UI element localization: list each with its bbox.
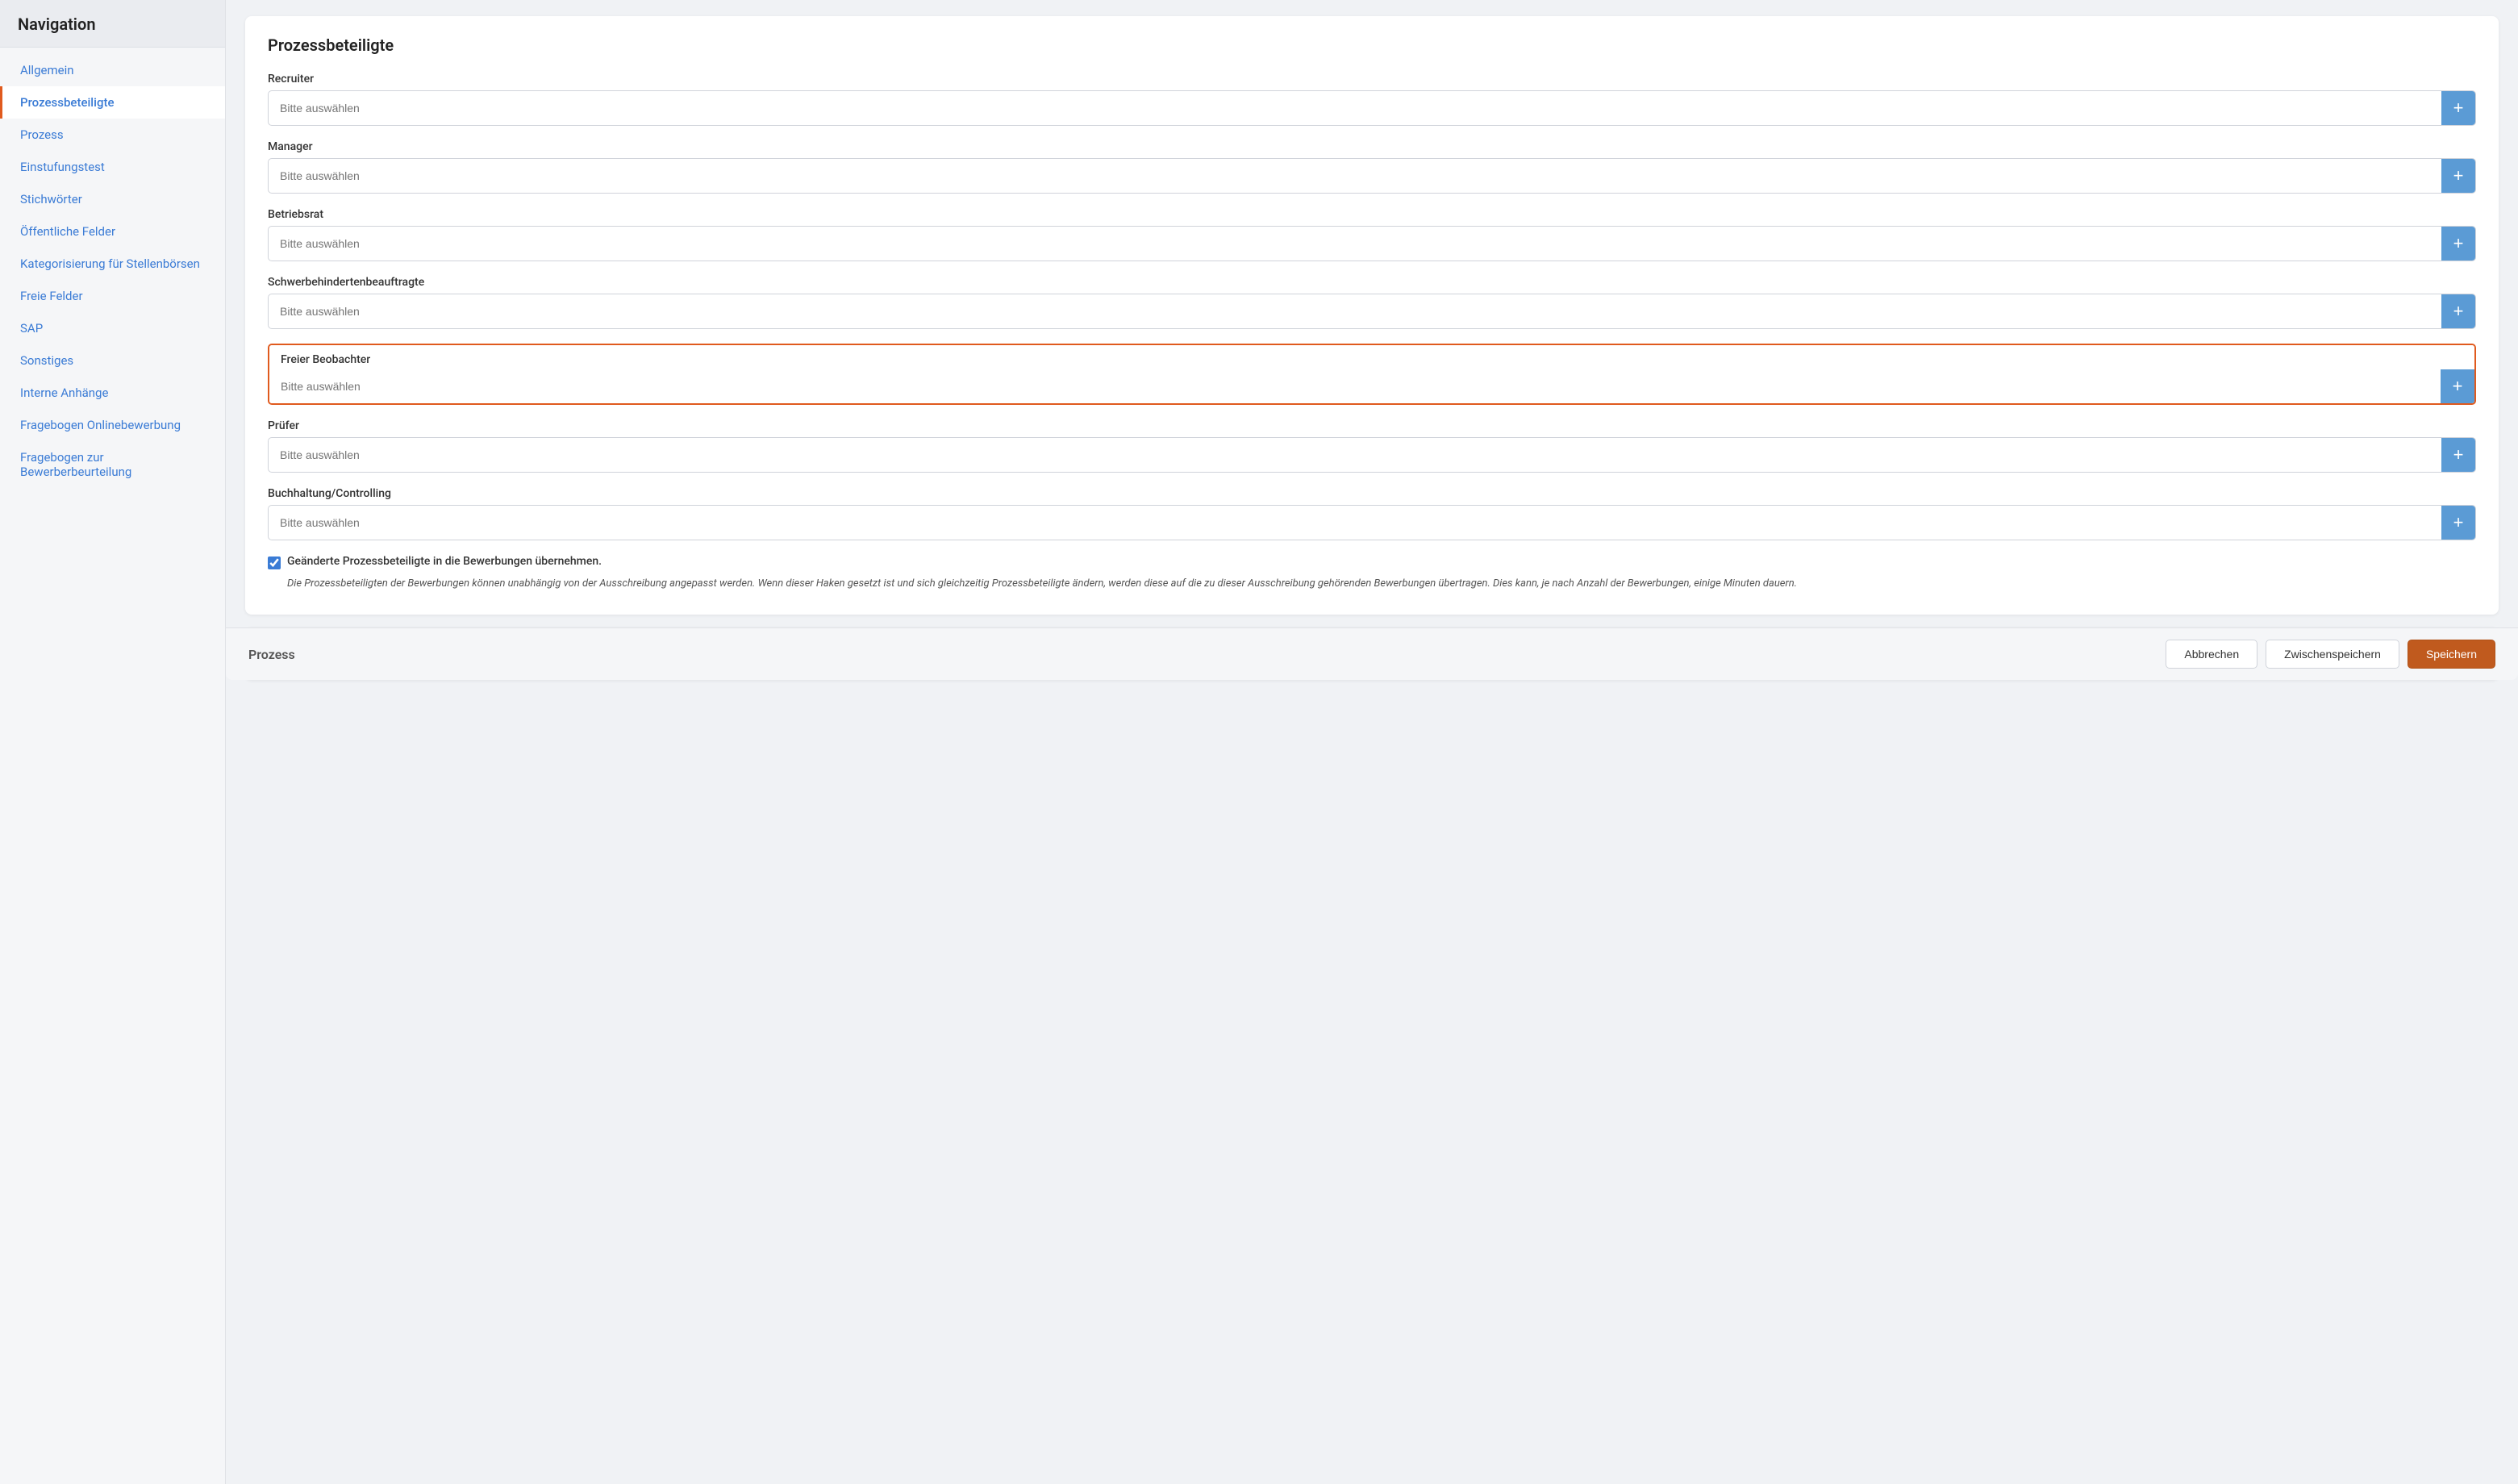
sidebar-item-freie-felder[interactable]: Freie Felder [0, 280, 225, 312]
sidebar-item-prozess[interactable]: Prozess [0, 119, 225, 151]
sidebar-item-interne-anhaenge[interactable]: Interne Anhänge [0, 377, 225, 409]
bottom-bar: Prozess Abbrechen Zwischenspeichern Spei… [226, 627, 2518, 680]
main-content: Prozessbeteiligte Recruiter+Manager+Betr… [226, 0, 2518, 1484]
sidebar-item-prozessbeteiligte[interactable]: Prozessbeteiligte [0, 86, 225, 119]
field-row-pruefer: + [268, 437, 2476, 473]
save-button[interactable]: Speichern [2408, 640, 2495, 669]
field-add-btn-buchhaltung-controlling[interactable]: + [2441, 506, 2475, 540]
field-label-betriebsrat: Betriebsrat [268, 208, 2476, 221]
sidebar-item-oeffentliche-felder[interactable]: Öffentliche Felder [0, 215, 225, 248]
field-input-schwerbehindertenbeauftragte[interactable] [269, 297, 2441, 326]
sidebar-item-einstufungstest[interactable]: Einstufungstest [0, 151, 225, 183]
sidebar-item-sonstiges[interactable]: Sonstiges [0, 344, 225, 377]
checkbox-description: Die Prozessbeteiligten der Bewerbungen k… [287, 576, 2476, 592]
field-input-freier-beobachter[interactable] [269, 372, 2441, 401]
field-label-buchhaltung-controlling: Buchhaltung/Controlling [268, 487, 2476, 500]
field-input-manager[interactable] [269, 161, 2441, 190]
field-group-betriebsrat: Betriebsrat + [268, 208, 2476, 261]
field-add-btn-recruiter[interactable]: + [2441, 91, 2475, 125]
field-group-pruefer: Prüfer + [268, 419, 2476, 473]
field-row-schwerbehindertenbeauftragte: + [268, 294, 2476, 329]
bottom-bar-card: Prozess Abbrechen Zwischenspeichern Spei… [245, 627, 2499, 680]
bottom-bar-actions: Abbrechen Zwischenspeichern Speichern [2166, 640, 2495, 669]
field-add-btn-schwerbehindertenbeauftragte[interactable]: + [2441, 294, 2475, 328]
field-input-pruefer[interactable] [269, 440, 2441, 469]
bottom-bar-title: Prozess [248, 647, 295, 662]
field-row-buchhaltung-controlling: + [268, 505, 2476, 540]
sidebar-item-fragebogen-bewerberbeurteilung[interactable]: Fragebogen zur Bewerberbeurteilung [0, 441, 225, 488]
field-label-manager: Manager [268, 140, 2476, 153]
sidebar-item-fragebogen-onlinebewerbung[interactable]: Fragebogen Onlinebewerbung [0, 409, 225, 441]
field-row-recruiter: + [268, 90, 2476, 126]
fields-container: Recruiter+Manager+Betriebsrat+Schwerbehi… [268, 73, 2476, 540]
field-row-manager: + [268, 158, 2476, 194]
field-group-schwerbehindertenbeauftragte: Schwerbehindertenbeauftragte + [268, 276, 2476, 329]
field-group-manager: Manager + [268, 140, 2476, 194]
field-label-pruefer: Prüfer [268, 419, 2476, 432]
field-highlighted-freier-beobachter: Freier Beobachter+ [268, 344, 2476, 405]
field-add-btn-betriebsrat[interactable]: + [2441, 227, 2475, 261]
prozess-checkbox[interactable] [268, 556, 281, 569]
checkbox-row: Geänderte Prozessbeteiligte in die Bewer… [268, 555, 2476, 569]
sidebar-item-stichwoerter[interactable]: Stichwörter [0, 183, 225, 215]
field-row-freier-beobachter: + [269, 369, 2474, 403]
sidebar: Navigation AllgemeinProzessbeteiligtePro… [0, 0, 226, 1484]
sidebar-item-allgemein[interactable]: Allgemein [0, 54, 225, 86]
cancel-button[interactable]: Abbrechen [2166, 640, 2257, 669]
app-layout: Navigation AllgemeinProzessbeteiligtePro… [0, 0, 2518, 1484]
field-label-schwerbehindertenbeauftragte: Schwerbehindertenbeauftragte [268, 276, 2476, 289]
field-input-recruiter[interactable] [269, 94, 2441, 123]
sidebar-item-kategorisierung[interactable]: Kategorisierung für Stellenbörsen [0, 248, 225, 280]
checkbox-label[interactable]: Geänderte Prozessbeteiligte in die Bewer… [287, 555, 602, 568]
field-add-btn-manager[interactable]: + [2441, 159, 2475, 193]
field-input-betriebsrat[interactable] [269, 229, 2441, 258]
field-row-betriebsrat: + [268, 226, 2476, 261]
field-group-recruiter: Recruiter + [268, 73, 2476, 126]
field-input-buchhaltung-controlling[interactable] [269, 508, 2441, 537]
sidebar-title: Navigation [0, 0, 225, 48]
card-title: Prozessbeteiligte [268, 35, 2476, 55]
field-label-recruiter: Recruiter [268, 73, 2476, 85]
field-group-buchhaltung-controlling: Buchhaltung/Controlling + [268, 487, 2476, 540]
sidebar-item-sap[interactable]: SAP [0, 312, 225, 344]
prozessbeteiligte-card: Prozessbeteiligte Recruiter+Manager+Betr… [245, 16, 2499, 615]
field-label-freier-beobachter: Freier Beobachter [269, 345, 2474, 369]
zwischenspeichern-button[interactable]: Zwischenspeichern [2266, 640, 2399, 669]
sidebar-nav: AllgemeinProzessbeteiligteProzessEinstuf… [0, 48, 225, 494]
field-add-btn-pruefer[interactable]: + [2441, 438, 2475, 472]
checkbox-section: Geänderte Prozessbeteiligte in die Bewer… [268, 555, 2476, 592]
field-add-btn-freier-beobachter[interactable]: + [2441, 369, 2474, 403]
